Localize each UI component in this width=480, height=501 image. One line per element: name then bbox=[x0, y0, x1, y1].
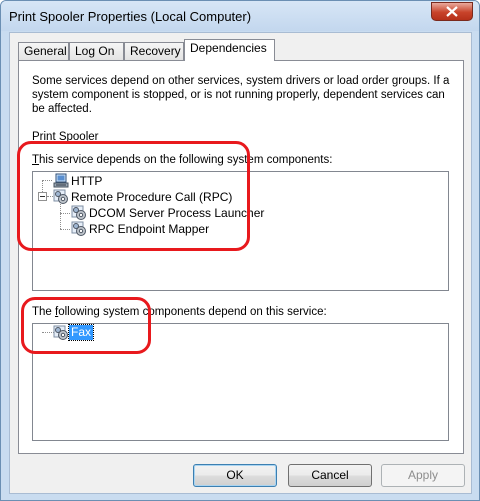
dependents-tree[interactable]: Fax bbox=[32, 323, 449, 441]
service-gear-icon bbox=[71, 221, 86, 236]
depends-on-label: This service depends on the following sy… bbox=[32, 154, 332, 166]
driver-icon bbox=[53, 173, 69, 188]
properties-window: Print Spooler Properties (Local Computer… bbox=[0, 0, 480, 501]
tree-node-label: Remote Procedure Call (RPC) bbox=[71, 190, 233, 204]
service-gear-icon bbox=[53, 189, 68, 204]
tree-connector bbox=[60, 229, 70, 230]
title-bar[interactable]: Print Spooler Properties (Local Computer… bbox=[1, 1, 479, 31]
tree-connector bbox=[60, 213, 70, 214]
tree-node-label: Fax bbox=[67, 324, 95, 341]
dependents-label-prefix: The bbox=[32, 306, 56, 318]
ok-button[interactable]: OK bbox=[193, 464, 277, 487]
service-gear-icon bbox=[53, 325, 68, 340]
collapse-toggle[interactable] bbox=[38, 192, 47, 201]
tree-connector bbox=[42, 180, 52, 181]
tab-log-on[interactable]: Log On bbox=[69, 42, 124, 60]
tree-node-label: RPC Endpoint Mapper bbox=[89, 222, 210, 236]
window-title: Print Spooler Properties (Local Computer… bbox=[9, 9, 252, 24]
apply-button[interactable]: Apply bbox=[381, 464, 465, 487]
service-gear-icon bbox=[71, 205, 86, 220]
service-name: Print Spooler bbox=[32, 131, 99, 143]
close-icon bbox=[446, 6, 458, 17]
depends-on-tree[interactable]: HTTP Remote Procedure Call (RPC) DCOM Se… bbox=[32, 171, 449, 291]
tree-node-label: DCOM Server Process Launcher bbox=[89, 206, 265, 220]
dialog-client: General Log On Recovery Dependencies Som… bbox=[9, 32, 472, 494]
tree-connector bbox=[60, 204, 61, 229]
cancel-button[interactable]: Cancel bbox=[288, 464, 372, 487]
tab-recovery[interactable]: Recovery bbox=[124, 42, 184, 60]
depends-on-label-text: his service depends on the following sys… bbox=[39, 154, 333, 166]
close-button[interactable] bbox=[431, 2, 473, 21]
depends-on-label-accelerator: T bbox=[32, 154, 40, 166]
tab-general[interactable]: General bbox=[18, 42, 69, 60]
dependents-label: The following system components depend o… bbox=[32, 306, 327, 318]
dependents-label-text: ollowing system components depend on thi… bbox=[58, 306, 327, 318]
dependencies-panel: Some services depend on other services, … bbox=[18, 60, 464, 454]
tree-node-label: HTTP bbox=[71, 174, 103, 188]
tab-dependencies[interactable]: Dependencies bbox=[184, 39, 275, 61]
description-text: Some services depend on other services, … bbox=[32, 75, 450, 115]
